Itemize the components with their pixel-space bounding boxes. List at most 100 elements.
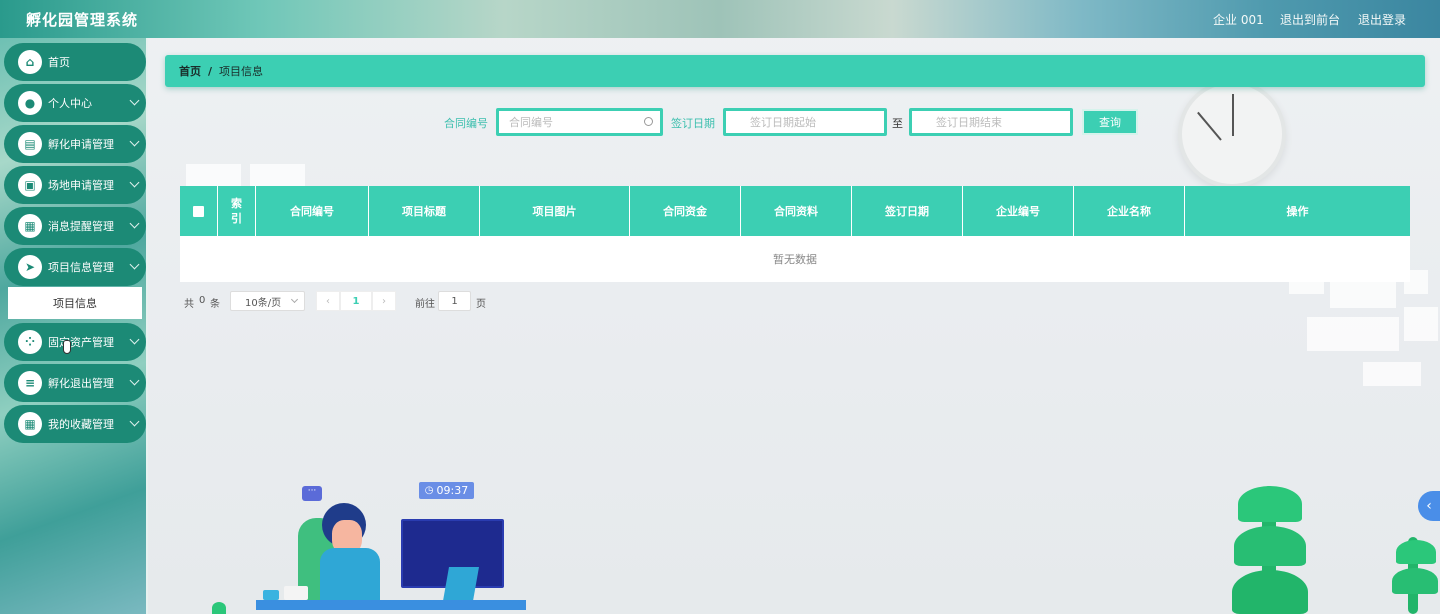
person-body-illustration: [320, 548, 380, 600]
plant-leaf-illustration: [1232, 570, 1308, 614]
column-header-contract-number: 合同编号: [256, 186, 369, 236]
home-icon: ⌂: [18, 50, 42, 74]
prev-page-button[interactable]: ‹: [316, 291, 340, 311]
sidebar: ⌂ 首页 ● 个人中心 ▤ 孵化申请管理 ▣ 场地申请管理 ▦ 消息提醒管理 ➤…: [0, 38, 148, 614]
page-size-select[interactable]: 10条/页: [230, 291, 305, 311]
chevron-down-icon: [129, 218, 140, 229]
pagination-total-suffix: 条: [210, 299, 220, 310]
sidebar-item-label: 场地申请管理: [48, 179, 114, 192]
sidebar-item-fixed-assets[interactable]: ⁘ 固定资产管理: [4, 323, 146, 361]
sidebar-item-favorites[interactable]: ▦ 我的收藏管理: [4, 405, 146, 443]
apps-icon: ⁘: [18, 330, 42, 354]
grid-icon: ▦: [18, 412, 42, 436]
breadcrumb-current: 项目信息: [219, 65, 264, 78]
sidebar-item-incubation-exit[interactable]: ≡ 孵化退出管理: [4, 364, 146, 402]
sidebar-item-site-apply[interactable]: ▣ 场地申请管理: [4, 166, 146, 204]
app-title: 孵化园管理系统: [26, 11, 139, 29]
plant-leaf-illustration: [1392, 568, 1438, 594]
input-placeholder: 合同编号: [509, 116, 553, 129]
column-header-actions: 操作: [1286, 204, 1309, 218]
input-placeholder: 签订日期起始: [750, 116, 816, 129]
user-icon: ●: [18, 91, 42, 115]
contract-number-label: 合同编号: [444, 117, 488, 130]
sidebar-item-incubation-apply[interactable]: ▤ 孵化申请管理: [4, 125, 146, 163]
column-header-contract-docs: 合同资料: [741, 186, 852, 236]
pagination-total: 0: [199, 295, 206, 306]
pagination-total-prefix: 共: [184, 299, 194, 310]
select-all-checkbox[interactable]: [193, 205, 204, 217]
sidebar-item-home[interactable]: ⌂ 首页: [4, 43, 146, 81]
chevron-down-icon: [129, 259, 140, 270]
clock-icon: ◷: [424, 485, 434, 496]
clock-decoration: [1178, 80, 1286, 188]
decor-block: [250, 164, 305, 186]
select-all-cell[interactable]: [180, 186, 218, 236]
sidebar-item-label: 消息提醒管理: [48, 220, 114, 233]
cup-illustration: [263, 590, 279, 600]
chevron-down-icon: [129, 95, 140, 106]
chevron-down-icon: [129, 334, 140, 345]
clock-hand: [1232, 94, 1234, 136]
send-icon: ➤: [18, 255, 42, 279]
chat-bubble-icon: ···: [302, 486, 322, 501]
column-header-project-image: 项目图片: [480, 186, 630, 236]
top-header: 孵化园管理系统 企业 001 退出到前台 退出登录: [0, 0, 1440, 38]
grid-icon: ▦: [18, 214, 42, 238]
goto-page-input[interactable]: 1: [438, 291, 471, 311]
sign-date-label: 签订日期: [671, 117, 715, 130]
chevron-left-icon: ‹: [1426, 498, 1432, 514]
plant-leaf-illustration: [1396, 540, 1436, 564]
sidebar-item-label: 孵化申请管理: [48, 138, 114, 151]
decor-block: [1363, 362, 1421, 386]
sidebar-item-label: 固定资产管理: [48, 336, 114, 349]
decor-block: [1289, 280, 1324, 294]
table-header: 索 引 合同编号 项目标题 项目图片 合同资金 合同资料 签订日期 企业编号 企…: [180, 186, 1410, 236]
page-number-current[interactable]: 1: [340, 291, 372, 311]
column-header-contract-fund: 合同资金: [630, 186, 741, 236]
decor-block: [1330, 280, 1396, 308]
breadcrumb-separator: /: [208, 64, 213, 78]
clock-hand: [1197, 111, 1222, 141]
sidebar-subitem-project-info[interactable]: 项目信息: [8, 287, 142, 319]
time-badge: ◷ 09:37: [419, 482, 474, 499]
project-table: 索 引 合同编号 项目标题 项目图片 合同资金 合同资料 签订日期 企业编号 企…: [180, 186, 1410, 282]
side-panel-toggle[interactable]: ‹: [1418, 491, 1440, 521]
time-badge-text: 09:37: [436, 484, 469, 497]
page-size-value: 10条/页: [245, 297, 282, 309]
column-header-company-number: 企业编号: [963, 186, 1074, 236]
column-header-sign-date: 签订日期: [852, 186, 963, 236]
logout-link[interactable]: 退出登录: [1358, 11, 1406, 28]
sidebar-item-label: 首页: [48, 56, 70, 69]
book-illustration: [284, 586, 308, 600]
sidebar-item-message[interactable]: ▦ 消息提醒管理: [4, 207, 146, 245]
sidebar-item-personal-center[interactable]: ● 个人中心: [4, 84, 146, 122]
breadcrumb-home[interactable]: 首页: [179, 63, 201, 79]
chevron-down-icon: [129, 177, 140, 188]
decor-block: [1307, 317, 1399, 351]
next-page-button[interactable]: ›: [372, 291, 396, 311]
clipboard-icon: ▤: [18, 132, 42, 156]
chevron-down-icon: [129, 375, 140, 386]
sidebar-item-label: 我的收藏管理: [48, 418, 114, 431]
date-range-separator: 至: [892, 117, 903, 130]
decor-block: [186, 164, 241, 186]
chevron-down-icon: [290, 295, 299, 304]
breadcrumb: 首页 / 项目信息: [165, 55, 1425, 87]
column-header-index: 索 引: [218, 186, 256, 236]
goto-label: 前往: [415, 299, 435, 310]
exit-to-front-link[interactable]: 退出到前台: [1280, 11, 1340, 28]
chevron-down-icon: [129, 416, 140, 427]
hand-cursor-icon: [63, 340, 71, 354]
query-button[interactable]: 查询: [1082, 109, 1138, 135]
decor-block: [1404, 307, 1438, 341]
contract-number-input[interactable]: 合同编号: [496, 108, 663, 136]
input-placeholder: 签订日期结束: [936, 116, 1002, 129]
sign-date-start-input[interactable]: 签订日期起始: [723, 108, 887, 136]
search-icon: [644, 117, 653, 126]
table-empty-text: 暂无数据: [773, 253, 817, 266]
sign-date-end-input[interactable]: 签订日期结束: [909, 108, 1073, 136]
laptop-illustration: [443, 567, 479, 601]
sidebar-item-label: 个人中心: [48, 97, 92, 110]
sidebar-item-project-info[interactable]: ➤ 项目信息管理: [4, 248, 146, 286]
briefcase-icon: ▣: [18, 173, 42, 197]
